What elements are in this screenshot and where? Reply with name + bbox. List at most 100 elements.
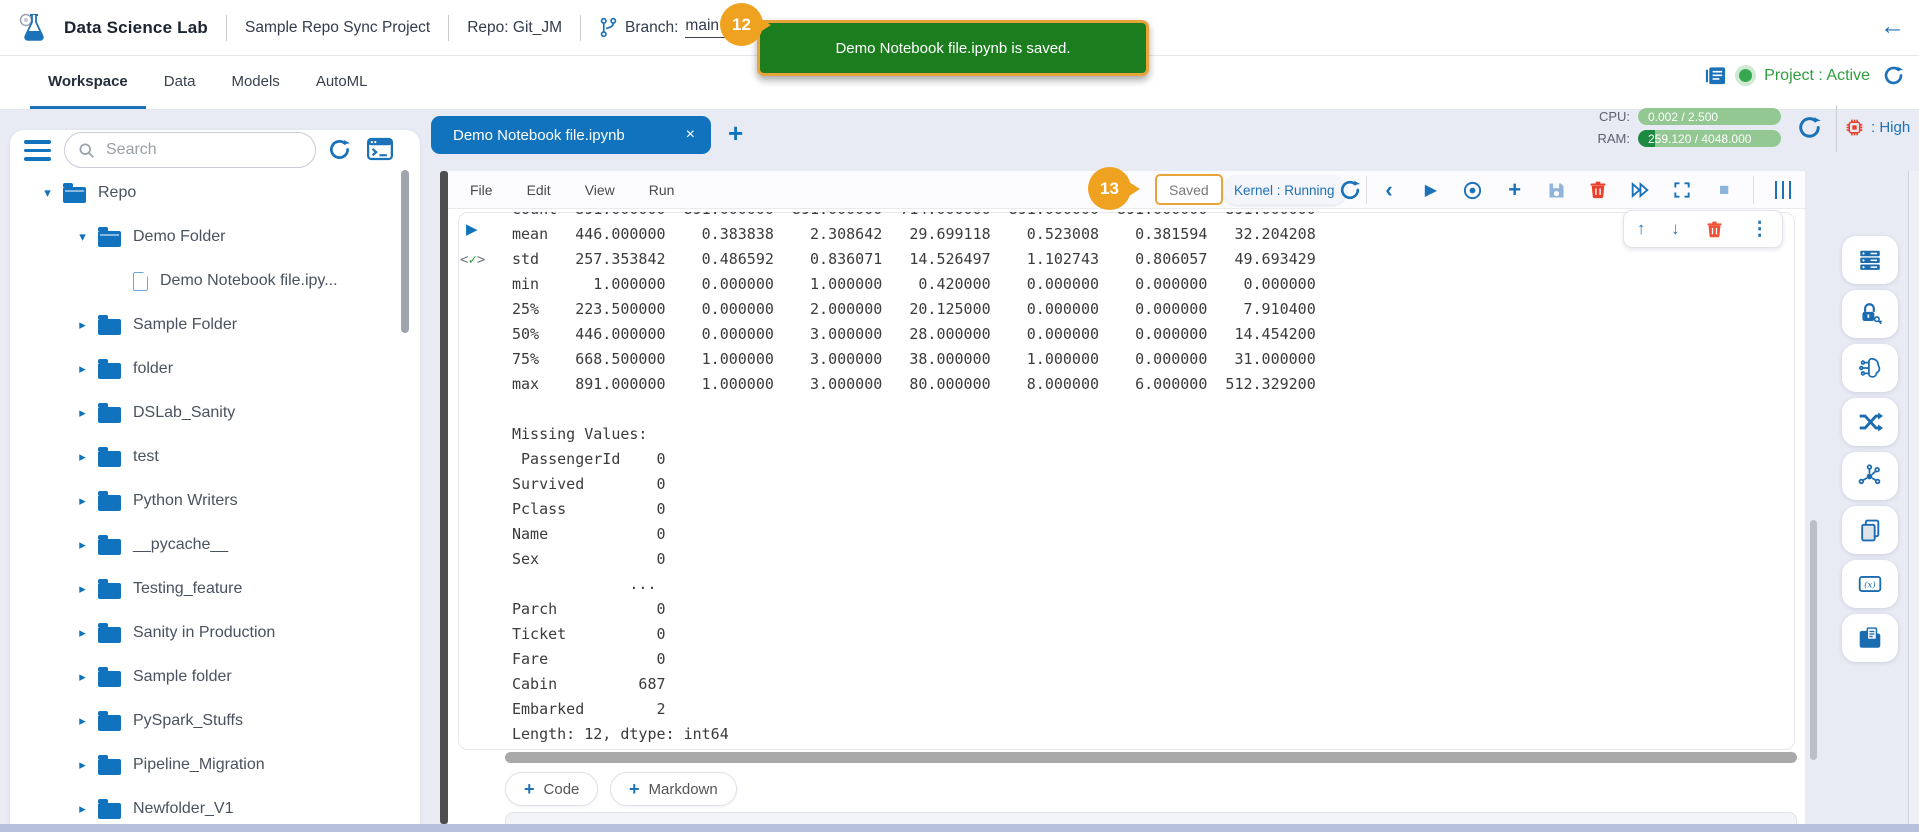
tree-item[interactable]: ▸ test bbox=[10, 435, 410, 479]
folder-icon bbox=[98, 495, 121, 511]
prev-cell-icon[interactable]: ‹ bbox=[1376, 177, 1402, 203]
close-icon[interactable]: × bbox=[686, 126, 695, 144]
tree-refresh-icon[interactable] bbox=[327, 137, 352, 162]
tree-item[interactable]: ▾ Repo bbox=[10, 171, 410, 215]
tree-item[interactable]: ▸ Python Writers bbox=[10, 479, 410, 523]
tree-caret-icon[interactable]: ▸ bbox=[75, 713, 90, 729]
shuffle-icon bbox=[1857, 409, 1883, 435]
fullscreen-icon[interactable] bbox=[1669, 177, 1695, 203]
nav-tab[interactable]: Workspace bbox=[30, 56, 146, 109]
tree-item[interactable]: ▸ Sample Folder bbox=[10, 303, 410, 347]
search-box[interactable] bbox=[64, 132, 316, 168]
tree-caret-icon[interactable]: ▸ bbox=[75, 449, 90, 465]
save-notebook-icon[interactable] bbox=[1544, 177, 1570, 203]
copy-button[interactable] bbox=[1842, 506, 1898, 554]
tree-item[interactable]: ▾ Demo Folder bbox=[10, 215, 410, 259]
tree-item[interactable]: Demo Notebook file.ipy... bbox=[10, 259, 410, 303]
file-manager-button[interactable] bbox=[1842, 614, 1898, 662]
network-button[interactable] bbox=[1842, 452, 1898, 500]
tree-caret-icon[interactable]: ▸ bbox=[75, 801, 90, 817]
refresh-icon[interactable] bbox=[1882, 64, 1905, 87]
clipped-output-row: count 891.000000 891.000000 891.000000 7… bbox=[512, 212, 1322, 222]
cell-run-icon[interactable]: ▶ bbox=[466, 220, 478, 238]
nav-tab[interactable]: Data bbox=[146, 56, 214, 109]
tree-item-label: __pycache__ bbox=[133, 536, 228, 554]
nav-tab[interactable]: AutoML bbox=[298, 56, 386, 109]
add-cell-icon[interactable]: + bbox=[1502, 177, 1528, 203]
add-code-cell-button[interactable]: + Code bbox=[505, 772, 598, 806]
sidebar-scrollbar[interactable] bbox=[401, 170, 409, 333]
delete-cell-icon[interactable] bbox=[1585, 177, 1611, 203]
save-status: Saved bbox=[1155, 174, 1223, 205]
tree-caret-icon[interactable]: ▸ bbox=[75, 581, 90, 597]
badge-tail bbox=[1126, 180, 1140, 198]
horizontal-scrollbar[interactable] bbox=[505, 752, 1797, 763]
move-cell-up-icon[interactable]: ↑ bbox=[1637, 219, 1646, 239]
priority-label: : High bbox=[1871, 119, 1910, 136]
logs-icon[interactable] bbox=[1704, 64, 1727, 87]
cell-more-options-icon[interactable]: ⋮ bbox=[1750, 218, 1769, 241]
tree-caret-icon[interactable]: ▸ bbox=[75, 405, 90, 421]
nav-tab[interactable]: Models bbox=[213, 56, 297, 109]
notebook-tab[interactable]: Demo Notebook file.ipynb × bbox=[431, 116, 711, 154]
notebook-tab-title: Demo Notebook file.ipynb bbox=[453, 127, 672, 144]
vertical-scrollbar[interactable] bbox=[1810, 520, 1817, 760]
menu-item[interactable]: View bbox=[585, 182, 615, 198]
tree-item-label: Sample folder bbox=[133, 668, 232, 686]
tree-item-label: Sanity in Production bbox=[133, 624, 275, 642]
tree-caret-icon[interactable]: ▸ bbox=[75, 493, 90, 509]
move-cell-down-icon[interactable]: ↓ bbox=[1671, 219, 1680, 239]
tree-item[interactable]: ▸ Pipeline_Migration bbox=[10, 743, 410, 787]
stop-kernel-icon[interactable]: ■ bbox=[1711, 177, 1737, 203]
data-sources-button[interactable] bbox=[1842, 236, 1898, 284]
menu-item[interactable]: Edit bbox=[527, 182, 551, 198]
window-scroll-track[interactable] bbox=[1909, 171, 1919, 832]
menu-icon[interactable] bbox=[24, 140, 51, 166]
menu-item[interactable]: File bbox=[470, 182, 493, 198]
nav-tab-label: Workspace bbox=[48, 73, 128, 90]
tree-caret-icon[interactable]: ▾ bbox=[75, 229, 90, 245]
run-all-icon[interactable] bbox=[1627, 177, 1653, 203]
ai-models-button[interactable] bbox=[1842, 344, 1898, 392]
menu-item[interactable]: Run bbox=[649, 182, 675, 198]
terminal-icon[interactable] bbox=[365, 134, 395, 164]
tree-item[interactable]: ▸ folder bbox=[10, 347, 410, 391]
tree-item[interactable]: ▸ __pycache__ bbox=[10, 523, 410, 567]
back-arrow-icon[interactable]: ← bbox=[1880, 12, 1905, 41]
security-button[interactable] bbox=[1842, 290, 1898, 338]
tree-caret-icon[interactable]: ▸ bbox=[75, 625, 90, 641]
tree-item-label: Pipeline_Migration bbox=[133, 756, 265, 774]
search-input[interactable] bbox=[104, 140, 274, 160]
tree-caret-icon[interactable]: ▾ bbox=[40, 185, 55, 201]
delete-cell-icon[interactable] bbox=[1705, 220, 1724, 239]
interrupt-kernel-icon[interactable] bbox=[1460, 177, 1486, 203]
panel-resize-handle[interactable] bbox=[440, 171, 448, 824]
function-icon: (x) bbox=[1857, 571, 1883, 597]
kernel-refresh-icon[interactable] bbox=[1338, 178, 1362, 202]
tree-caret-icon[interactable]: ▸ bbox=[75, 361, 90, 377]
tree-caret-icon[interactable]: ▸ bbox=[75, 537, 90, 553]
tree-item[interactable]: ▸ Testing_feature bbox=[10, 567, 410, 611]
add-tab-button[interactable]: + bbox=[728, 118, 743, 149]
tree-caret-icon[interactable]: ▸ bbox=[75, 757, 90, 773]
tree-caret-icon[interactable]: ▸ bbox=[75, 317, 90, 333]
ram-bar: 259.120 / 4048.000 bbox=[1638, 130, 1781, 147]
tree-item[interactable]: ▸ Sample folder bbox=[10, 655, 410, 699]
expressions-button[interactable]: (x) bbox=[1842, 560, 1898, 608]
resources-refresh-icon[interactable] bbox=[1796, 114, 1823, 141]
folder-icon bbox=[98, 451, 121, 467]
tree-item-label: Testing_feature bbox=[133, 580, 242, 598]
folder-icon bbox=[133, 272, 148, 291]
shuffle-button[interactable] bbox=[1842, 398, 1898, 446]
copy-icon bbox=[1858, 518, 1883, 543]
folder-icon bbox=[98, 363, 121, 379]
tree-item[interactable]: ▸ PySpark_Stuffs bbox=[10, 699, 410, 743]
tree-item[interactable]: ▸ Sanity in Production bbox=[10, 611, 410, 655]
plus-icon: + bbox=[524, 779, 535, 800]
add-markdown-cell-button[interactable]: + Markdown bbox=[610, 772, 737, 806]
cell-output: mean 446.000000 0.383838 2.308642 29.699… bbox=[512, 222, 1316, 747]
run-cell-icon[interactable]: ▶ bbox=[1418, 177, 1444, 203]
tree-item[interactable]: ▸ DSLab_Sanity bbox=[10, 391, 410, 435]
tree-caret-icon[interactable]: ▸ bbox=[75, 669, 90, 685]
split-view-icon[interactable] bbox=[1770, 177, 1796, 203]
